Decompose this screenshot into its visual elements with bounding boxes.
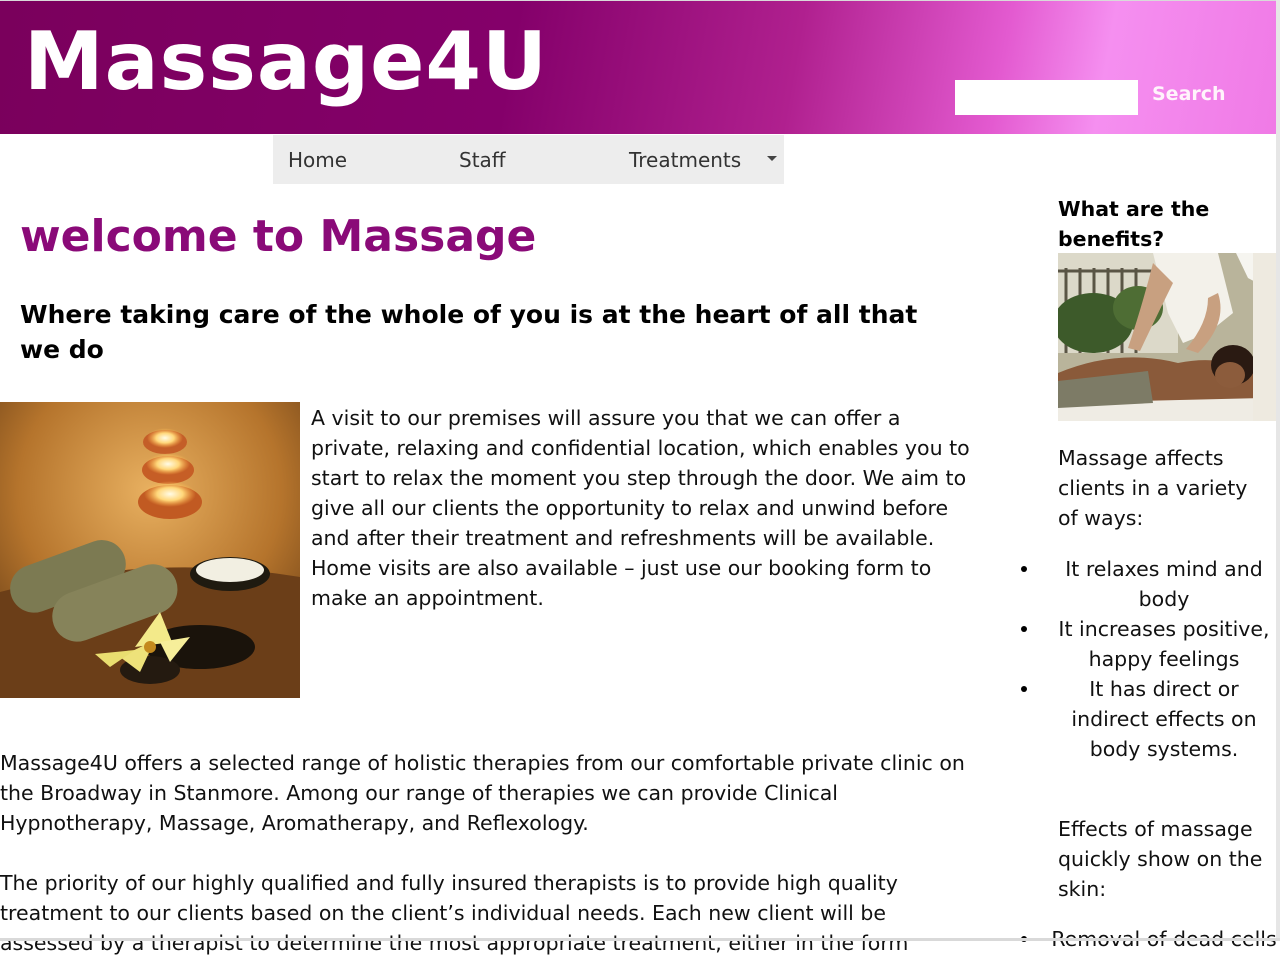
site-logo[interactable]: Massage4U bbox=[24, 7, 548, 117]
massage-therapy-image bbox=[1058, 253, 1276, 421]
list-item: It increases positive, happy feelings bbox=[1018, 614, 1280, 674]
priority-paragraph: The priority of our highly qualified and… bbox=[0, 871, 909, 955]
page-title: welcome to Massage bbox=[20, 211, 537, 262]
skin-effects-intro: Effects of massage quickly show on the s… bbox=[1058, 817, 1263, 901]
nav-item-treatments[interactable]: Treatments bbox=[629, 135, 741, 184]
list-item: It relaxes mind and body bbox=[1018, 554, 1280, 614]
caret-down-icon[interactable] bbox=[767, 156, 777, 161]
benefits-heading: What are the benefits? bbox=[1058, 197, 1210, 251]
benefits-intro: Massage affects clients in a variety of … bbox=[1058, 446, 1248, 530]
page-subtitle: Where taking care of the whole of you is… bbox=[20, 300, 918, 364]
benefits-list: It relaxes mind and body It increases po… bbox=[1018, 554, 1280, 764]
spa-candles-towels-image bbox=[0, 402, 300, 698]
intro-paragraph: A visit to our premises will assure you … bbox=[311, 406, 970, 610]
therapies-paragraph: Massage4U offers a selected range of hol… bbox=[0, 751, 965, 835]
main-nav: Home Staff Treatments bbox=[273, 135, 784, 184]
nav-item-staff[interactable]: Staff bbox=[459, 135, 506, 184]
nav-item-home[interactable]: Home bbox=[288, 135, 347, 184]
vertical-scrollbar[interactable] bbox=[1276, 0, 1280, 941]
benefits-sidebar: What are the benefits? Massage affects c… bbox=[1008, 0, 1280, 951]
list-item: It has direct or indirect effects on bod… bbox=[1018, 674, 1280, 764]
